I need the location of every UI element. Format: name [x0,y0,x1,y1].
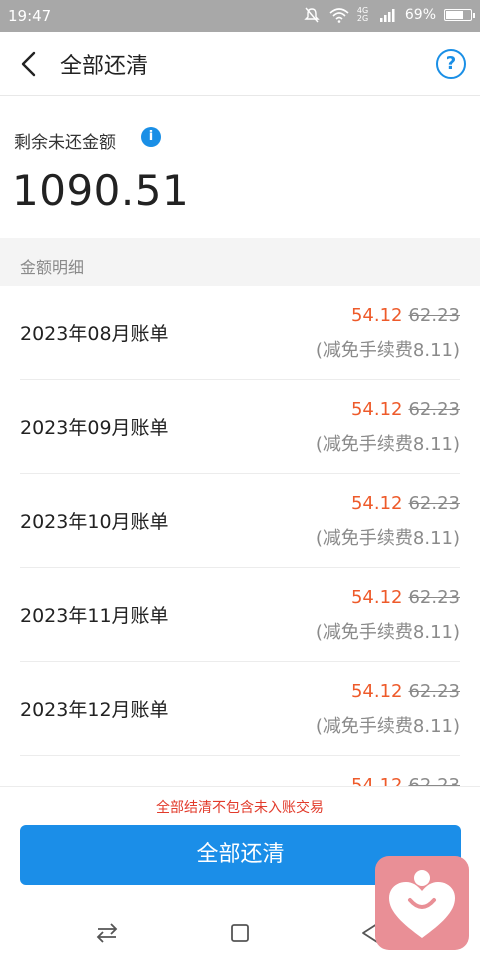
remaining-summary: 剩余未还金额 i 1090.51 [0,96,480,236]
status-bar: 19:47 4G 2G 69% [0,0,480,32]
bill-waiver: (减免手续费8.11) [315,340,460,361]
bill-amount: 54.12 [350,587,403,608]
bill-row: 54.12 62.23 [0,756,480,786]
bill-original-amount: 62.23 [408,493,460,514]
bill-original-amount: 62.23 [408,775,460,786]
switch-arrows-icon[interactable] [92,918,122,948]
bill-amount: 54.12 [350,775,403,786]
bill-waiver: (减免手续费8.11) [315,622,460,643]
bill-row: 2023年10月账单 54.12 62.23 (减免手续费8.11) [0,474,480,568]
settle-notice: 全部结清不包含未入账交易 [156,800,324,816]
bill-list: 2023年08月账单 54.12 62.23 (减免手续费8.11) 2023年0… [0,286,480,786]
bill-amounts: 54.12 62.23 [351,587,460,608]
bill-name: 2023年09月账单 [20,417,169,439]
bill-name: 2023年10月账单 [20,511,169,533]
bill-amounts: 54.12 62.23 [351,493,460,514]
heart-person-icon [389,870,455,938]
bill-amount: 54.12 [350,493,403,514]
status-icons: 4G 2G 69% [303,6,475,24]
bill-waiver: (减免手续费8.11) [315,716,460,737]
bill-amount: 54.12 [350,681,403,702]
bill-original-amount: 62.23 [408,587,460,608]
bill-amounts: 54.12 62.23 [351,681,460,702]
status-time: 19:47 [8,7,52,25]
bill-row: 2023年09月账单 54.12 62.23 (减免手续费8.11) [0,380,480,474]
bill-waiver: (减免手续费8.11) [315,434,460,455]
bill-name: 2023年08月账单 [20,323,169,345]
app-header: 全部还清 ? [0,32,480,96]
home-icon[interactable] [225,918,255,948]
bill-row: 2023年12月账单 54.12 62.23 (减免手续费8.11) [0,662,480,756]
bill-amount: 54.12 [350,305,403,326]
battery-percent: 69% [404,7,436,23]
detail-section-header: 金额明细 [0,238,480,286]
bill-waiver: (减免手续费8.11) [315,528,460,549]
bill-amounts: 54.12 62.23 [351,399,460,420]
bill-original-amount: 62.23 [408,305,460,326]
bill-row: 2023年11月账单 54.12 62.23 (减免手续费8.11) [0,568,480,662]
info-icon[interactable]: i [141,127,161,147]
remaining-label: 剩余未还金额 [14,133,116,153]
bill-name: 2023年11月账单 [20,605,169,627]
bill-amounts: 54.12 62.23 [351,775,460,786]
wifi-icon [329,8,349,23]
remaining-amount: 1090.51 [12,166,190,215]
mute-icon [304,7,320,23]
page-title: 全部还清 [60,54,149,79]
section-title: 金额明细 [20,258,85,277]
bill-amount: 54.12 [350,399,403,420]
bill-amounts: 54.12 62.23 [351,305,460,326]
floating-widget[interactable] [375,856,469,950]
help-icon[interactable]: ? [436,49,466,79]
bill-original-amount: 62.23 [408,399,460,420]
network-label: 4G 2G [356,6,369,23]
bill-original-amount: 62.23 [408,681,460,702]
bill-name: 2023年12月账单 [20,699,169,721]
bill-row: 2023年08月账单 54.12 62.23 (减免手续费8.11) [0,286,480,380]
back-icon[interactable] [14,48,46,80]
signal-icon [379,9,395,22]
battery-icon [444,9,475,21]
